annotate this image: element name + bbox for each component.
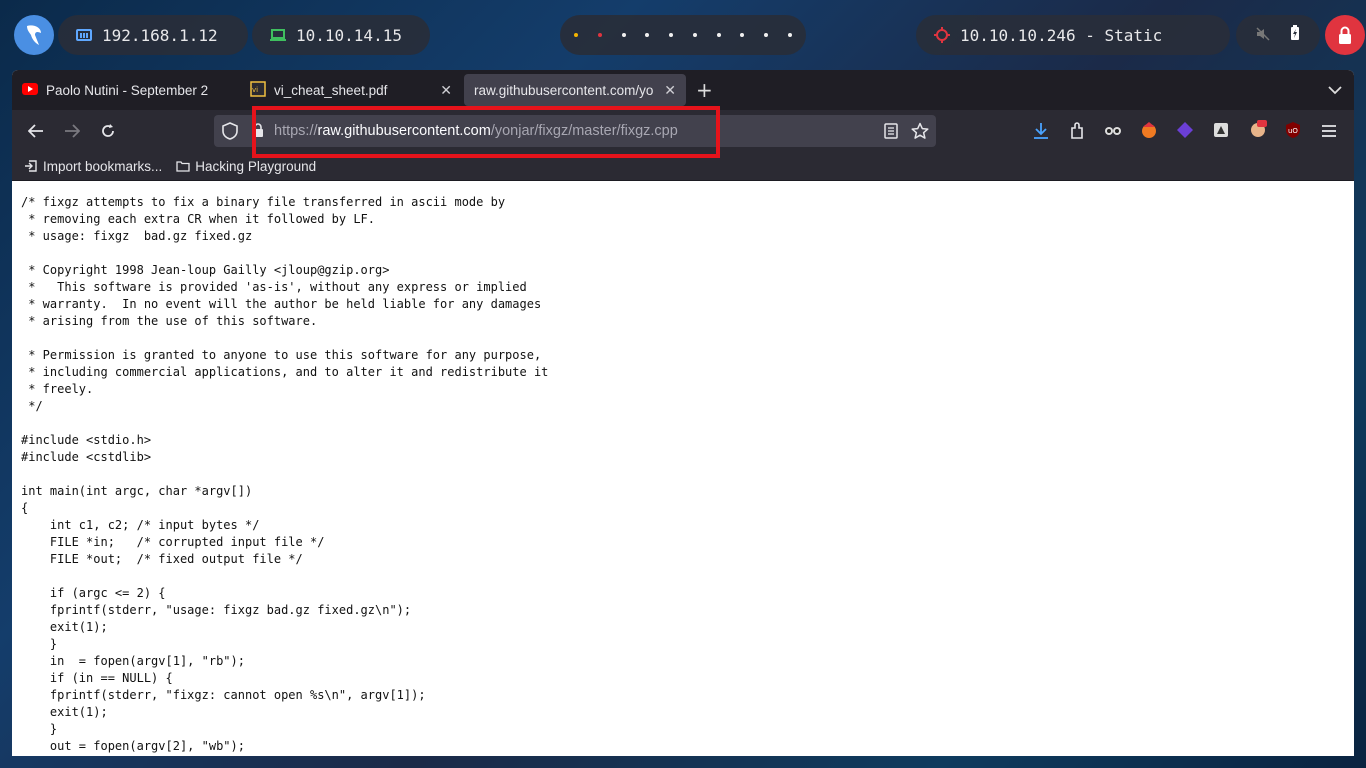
workspace-dot[interactable] xyxy=(574,33,578,37)
vpn-ip-text: 10.10.14.15 xyxy=(296,25,402,45)
target-icon xyxy=(934,27,950,43)
downloads-icon[interactable] xyxy=(1033,122,1049,144)
tab-strip: Paolo Nutini - September 2 vi vi_cheat_s… xyxy=(12,70,1354,110)
tab-raw-github[interactable]: raw.githubusercontent.com/yo ✕ xyxy=(464,74,686,106)
extensions-icon[interactable] xyxy=(1069,122,1085,144)
volume-muted-icon[interactable] xyxy=(1256,26,1270,45)
tab-title: vi_cheat_sheet.pdf xyxy=(274,82,388,98)
tab-youtube[interactable]: Paolo Nutini - September 2 xyxy=(12,74,240,106)
reload-icon xyxy=(102,124,114,137)
tab-title: raw.githubusercontent.com/yo xyxy=(474,82,654,98)
close-tab-icon[interactable]: ✕ xyxy=(664,82,676,99)
workspace-dot[interactable] xyxy=(692,33,697,37)
local-ip-widget[interactable]: 192.168.1.12 xyxy=(58,15,248,55)
forward-arrow-icon xyxy=(65,124,80,138)
tray-widget[interactable] xyxy=(1236,15,1320,55)
battery-icon[interactable] xyxy=(1290,25,1300,45)
local-ip-text: 192.168.1.12 xyxy=(102,25,218,45)
user-agent-extension-icon[interactable] xyxy=(1248,119,1268,143)
browser-window: Paolo Nutini - September 2 vi vi_cheat_s… xyxy=(12,70,1354,756)
source-code-text: /* fixgz attempts to fix a binary file t… xyxy=(21,195,549,753)
pdf-icon: vi xyxy=(250,80,266,100)
network-icon xyxy=(76,28,92,42)
import-icon xyxy=(25,160,37,172)
workspace-dot[interactable] xyxy=(669,33,674,37)
parrot-logo-icon xyxy=(27,25,41,45)
target-ip-widget[interactable]: 10.10.10.246 - Static xyxy=(916,15,1230,55)
url-host: raw.githubusercontent.com xyxy=(317,123,491,139)
bookmark-folder-hacking-playground[interactable]: Hacking Playground xyxy=(176,159,316,174)
hamburger-menu-icon[interactable] xyxy=(1321,123,1337,142)
url-text[interactable]: https://raw.githubusercontent.com/yonjar… xyxy=(274,123,678,139)
reload-button[interactable] xyxy=(98,121,118,141)
bookmark-label: Hacking Playground xyxy=(195,158,317,174)
lock-icon xyxy=(1339,26,1351,44)
back-arrow-icon xyxy=(28,124,43,138)
workspace-switcher[interactable] xyxy=(560,15,806,55)
workspace-dot[interactable] xyxy=(787,33,792,37)
laptop-icon xyxy=(270,29,286,41)
url-scheme: https:// xyxy=(274,123,318,139)
reader-view-icon[interactable] xyxy=(884,123,898,143)
workspace-dot[interactable] xyxy=(716,33,721,37)
bookmark-import[interactable]: Import bookmarks... xyxy=(24,159,162,174)
close-tab-icon[interactable]: ✕ xyxy=(440,82,452,99)
youtube-icon xyxy=(22,82,38,98)
bookmarks-toolbar: Import bookmarks... Hacking Playground xyxy=(12,152,1354,181)
url-path: /yonjar/fixgz/master/fixgz.cpp xyxy=(490,123,678,139)
navigation-toolbar: https://raw.githubusercontent.com/yonjar… xyxy=(12,110,1354,152)
workspace-dot[interactable] xyxy=(740,33,745,37)
system-top-bar: 192.168.1.12 10.10.14.15 10.10.10.246 - … xyxy=(0,0,1366,70)
tab-vi-cheat-sheet[interactable]: vi vi_cheat_sheet.pdf ✕ xyxy=(240,74,462,106)
workspace-dot[interactable] xyxy=(597,33,602,37)
new-tab-button[interactable]: + xyxy=(696,78,713,102)
bookmark-label: Import bookmarks... xyxy=(43,158,163,174)
foxyproxy-extension-icon[interactable] xyxy=(1140,121,1158,143)
tracking-protection-icon[interactable] xyxy=(222,122,238,144)
forward-button[interactable] xyxy=(62,121,82,141)
tab-title: Paolo Nutini - September 2 xyxy=(46,82,209,98)
svg-text:uO: uO xyxy=(1288,127,1298,135)
page-content: /* fixgz attempts to fix a binary file t… xyxy=(12,181,1354,755)
workspace-dot[interactable] xyxy=(764,33,769,37)
wappalyzer-extension-icon[interactable] xyxy=(1104,122,1122,144)
hackbar-extension-icon[interactable] xyxy=(1176,121,1194,143)
workspace-dot[interactable] xyxy=(621,33,626,37)
url-bar[interactable]: https://raw.githubusercontent.com/yonjar… xyxy=(214,115,936,147)
lock-screen-button[interactable] xyxy=(1325,15,1365,55)
app-launcher-button[interactable] xyxy=(14,15,54,55)
ublock-origin-icon[interactable]: uO xyxy=(1284,121,1302,143)
list-all-tabs-button[interactable] xyxy=(1328,80,1342,99)
cookie-editor-extension-icon[interactable] xyxy=(1212,121,1230,143)
target-ip-text: 10.10.10.246 - Static xyxy=(960,25,1163,45)
back-button[interactable] xyxy=(26,121,46,141)
workspace-dot[interactable] xyxy=(645,33,650,37)
chevron-down-icon xyxy=(1328,86,1342,95)
bookmark-star-icon[interactable] xyxy=(911,122,929,144)
vpn-ip-widget[interactable]: 10.10.14.15 xyxy=(252,15,430,55)
svg-text:vi: vi xyxy=(252,86,258,94)
padlock-icon[interactable] xyxy=(252,123,264,142)
folder-icon xyxy=(176,161,190,172)
